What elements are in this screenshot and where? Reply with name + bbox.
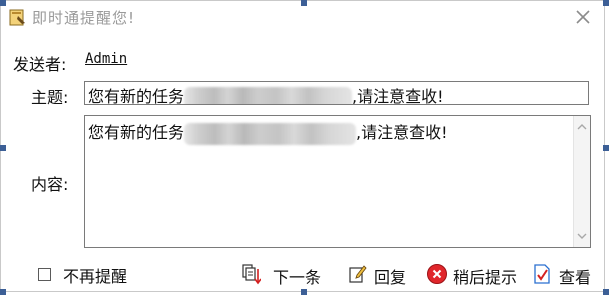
no-remind-label: 不再提醒	[63, 267, 128, 286]
reminder-dialog: 即时通提醒您! 发送者: Admin 主题: 您有新的任务 ,请注意查收! 内容:…	[0, 0, 605, 292]
action-bar: 不再提醒 下一条 回复 稍后提示 查看	[1, 259, 604, 289]
next-button[interactable]: 下一条	[241, 261, 329, 287]
selection-handle[interactable]	[301, 289, 307, 295]
selection-handle[interactable]	[301, 0, 307, 6]
content-text-suffix: ,请注意查收!	[356, 123, 448, 142]
content-label: 内容:	[31, 175, 69, 194]
subject-text-suffix: ,请注意查收!	[352, 87, 444, 105]
scroll-up-icon[interactable]	[577, 122, 587, 132]
selection-handle[interactable]	[0, 0, 6, 6]
next-item-icon	[242, 264, 261, 285]
scroll-down-icon[interactable]	[577, 231, 587, 241]
reply-button[interactable]: 回复	[347, 261, 413, 287]
no-remind-checkbox[interactable]	[38, 268, 51, 281]
redacted-region	[184, 122, 357, 145]
view-check-icon	[534, 264, 550, 284]
content-textarea[interactable]: 您有新的任务 ,请注意查收!	[84, 115, 591, 248]
content-text-prefix: 您有新的任务	[88, 123, 185, 142]
sender-value-link[interactable]: Admin	[85, 51, 127, 67]
reply-label: 回复	[374, 268, 407, 287]
view-label: 查看	[559, 268, 592, 287]
subject-label: 主题:	[31, 88, 69, 107]
remind-later-label: 稍后提示	[453, 268, 518, 287]
content-text: 您有新的任务 ,请注意查收!	[88, 119, 448, 145]
vertical-scrollbar[interactable]	[573, 116, 590, 247]
selection-handle[interactable]	[603, 289, 609, 295]
reply-edit-icon	[349, 265, 367, 283]
sender-label: 发送者:	[13, 55, 67, 74]
next-label: 下一条	[273, 268, 322, 287]
selection-handle[interactable]	[603, 145, 609, 151]
redacted-region	[184, 86, 353, 104]
close-icon[interactable]	[575, 9, 591, 25]
cancel-circle-icon	[427, 264, 447, 284]
selection-handle[interactable]	[603, 0, 609, 6]
remind-later-button[interactable]: 稍后提示	[426, 261, 528, 287]
selection-handle[interactable]	[0, 145, 6, 151]
subject-field[interactable]: 您有新的任务 ,请注意查收!	[84, 81, 589, 105]
app-notification-icon	[9, 9, 25, 26]
selection-handle[interactable]	[0, 289, 6, 295]
subject-text-prefix: 您有新的任务	[88, 87, 185, 105]
view-button[interactable]: 查看	[532, 261, 598, 287]
window-title: 即时通提醒您!	[32, 9, 136, 27]
